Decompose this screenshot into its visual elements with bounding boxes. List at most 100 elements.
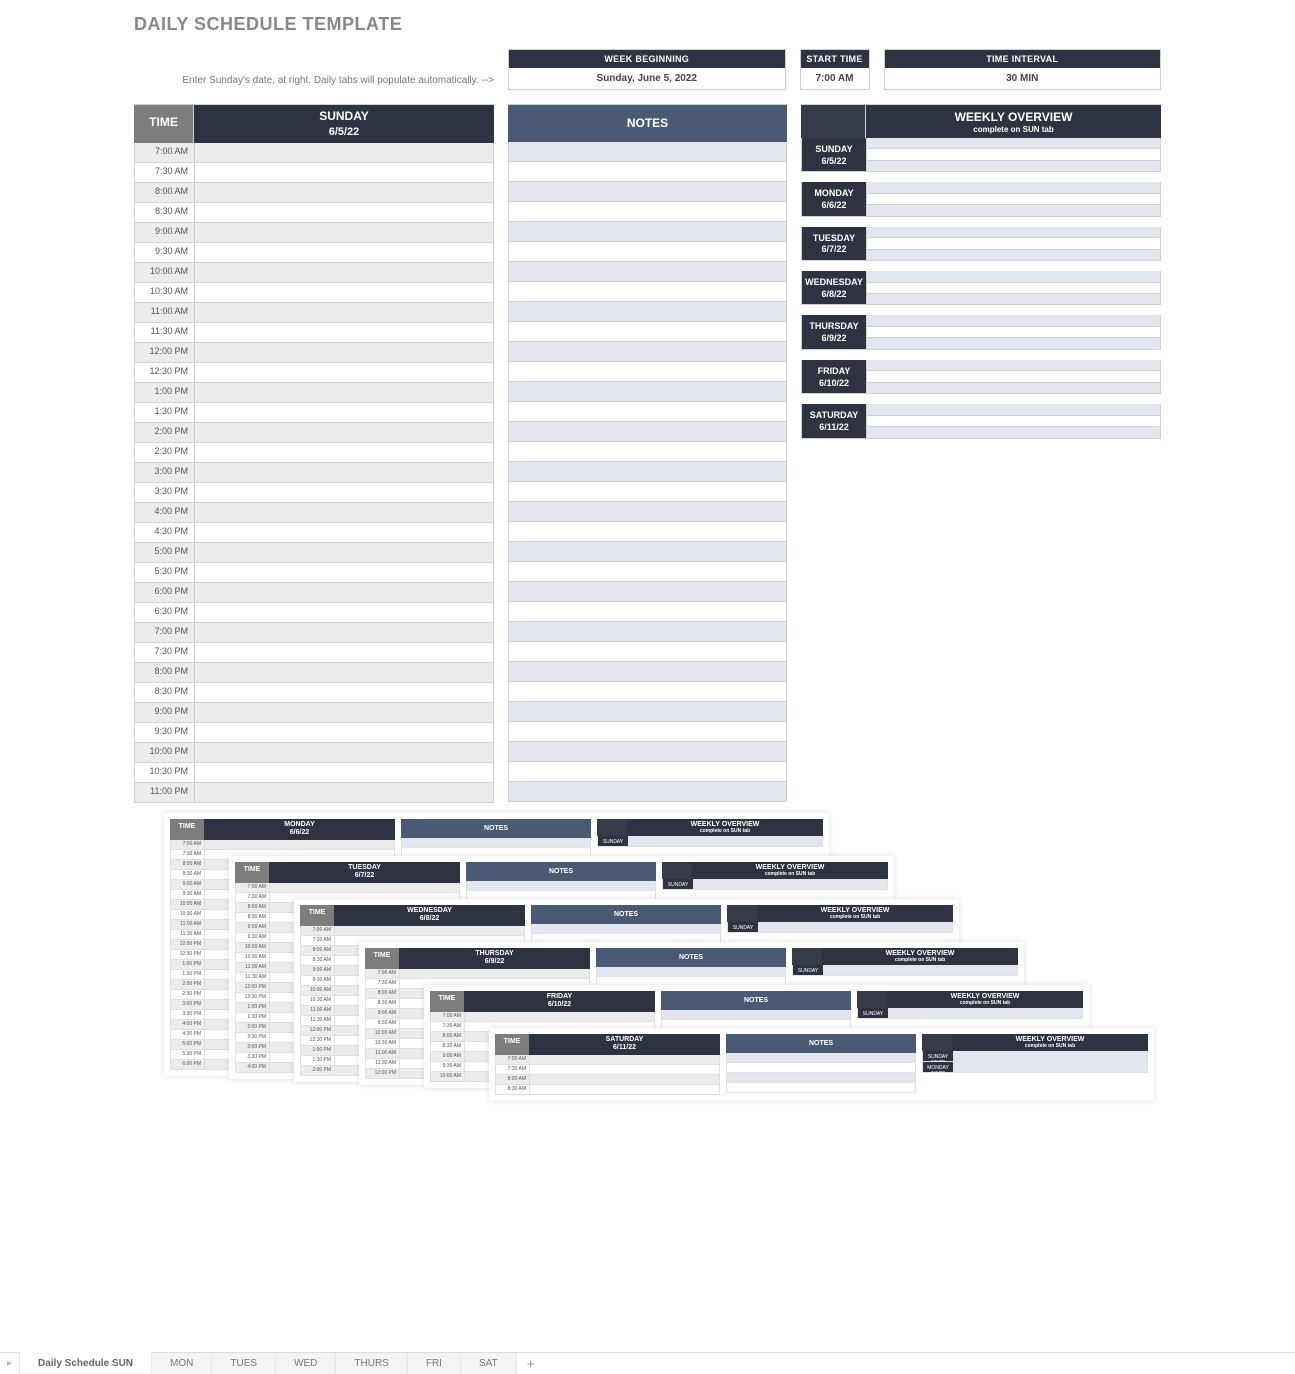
notes-cell[interactable] [508,662,787,682]
weekly-cell[interactable] [867,194,1160,205]
notes-cell[interactable] [508,202,787,222]
schedule-cell[interactable] [195,703,493,722]
weekly-cell[interactable] [867,161,1160,171]
weekly-cell[interactable] [867,327,1160,338]
schedule-cell[interactable] [195,243,493,262]
notes-cell[interactable] [508,622,787,642]
notes-cell[interactable] [508,502,787,522]
schedule-cell[interactable] [195,403,493,422]
schedule-cell[interactable] [195,783,493,802]
sheet-tab[interactable]: FRI [408,1353,461,1374]
notes-cell[interactable] [508,182,787,202]
schedule-cell[interactable] [195,303,493,322]
notes-cell[interactable] [508,682,787,702]
schedule-cell[interactable] [195,503,493,522]
sheet-tab[interactable]: SAT [461,1353,517,1374]
schedule-cell[interactable] [195,543,493,562]
notes-cell[interactable] [508,442,787,462]
weekly-cell[interactable] [867,238,1160,249]
weekly-cell[interactable] [867,416,1160,427]
schedule-cell[interactable] [195,723,493,742]
schedule-cell[interactable] [195,523,493,542]
notes-cell[interactable] [508,282,787,302]
notes-cell[interactable] [508,322,787,342]
weekly-cell[interactable] [867,294,1160,304]
start-time-value[interactable]: 7:00 AM [801,68,869,89]
notes-cell[interactable] [508,422,787,442]
sheet-tab[interactable]: Daily Schedule SUN [20,1352,152,1373]
weekly-cell[interactable] [867,427,1160,437]
schedule-cell[interactable] [195,443,493,462]
weekly-cell[interactable] [867,360,1160,371]
schedule-cell[interactable] [195,183,493,202]
notes-cell[interactable] [508,262,787,282]
week-beginning-value[interactable]: Sunday, June 5, 2022 [509,68,785,89]
notes-cell[interactable] [508,722,787,742]
sheet-tab[interactable]: THURS [336,1353,407,1374]
schedule-cell[interactable] [195,223,493,242]
weekly-cell[interactable] [867,250,1160,260]
schedule-cell[interactable] [195,203,493,222]
sheet-tab[interactable]: TUES [212,1353,276,1374]
schedule-cell[interactable] [195,603,493,622]
schedule-cell[interactable] [195,343,493,362]
notes-cell[interactable] [508,582,787,602]
notes-cell[interactable] [508,142,787,162]
schedule-cell[interactable] [195,763,493,782]
sheet-tab[interactable]: WED [276,1353,336,1374]
notes-cell[interactable] [508,482,787,502]
weekly-cell[interactable] [867,182,1160,193]
schedule-cell[interactable] [195,423,493,442]
weekly-cell[interactable] [867,138,1160,149]
schedule-cell[interactable] [195,643,493,662]
notes-cell[interactable] [508,342,787,362]
schedule-cell[interactable] [195,683,493,702]
schedule-cell[interactable] [195,663,493,682]
schedule-cell[interactable] [195,283,493,302]
weekly-cell[interactable] [867,338,1160,348]
notes-cell[interactable] [508,462,787,482]
schedule-cell[interactable] [195,463,493,482]
schedule-cell[interactable] [195,483,493,502]
notes-cell[interactable] [508,162,787,182]
schedule-cell[interactable] [195,583,493,602]
schedule-cell[interactable] [195,363,493,382]
add-sheet-button[interactable]: + [517,1356,545,1371]
weekly-cell[interactable] [867,283,1160,294]
time-cell: 3:00 PM [135,463,195,482]
notes-cell[interactable] [508,402,787,422]
notes-cell[interactable] [508,362,787,382]
schedule-cell[interactable] [195,143,493,162]
weekly-cell[interactable] [867,271,1160,282]
notes-cell[interactable] [508,382,787,402]
sheet-tab[interactable]: MON [152,1353,212,1374]
notes-cell[interactable] [508,562,787,582]
notes-cell[interactable] [508,702,787,722]
weekly-cell[interactable] [867,227,1160,238]
schedule-cell[interactable] [195,383,493,402]
notes-cell[interactable] [508,602,787,622]
weekly-cell[interactable] [867,404,1160,415]
schedule-cell[interactable] [195,563,493,582]
notes-cell[interactable] [508,302,787,322]
notes-cell[interactable] [508,522,787,542]
weekly-cell[interactable] [867,149,1160,160]
weekly-cell[interactable] [867,383,1160,393]
weekly-cell[interactable] [867,205,1160,215]
weekly-cell[interactable] [867,371,1160,382]
notes-cell[interactable] [508,222,787,242]
notes-cell[interactable] [508,782,787,802]
notes-cell[interactable] [508,762,787,782]
schedule-cell[interactable] [195,323,493,342]
weekly-cell[interactable] [867,315,1160,326]
notes-cell[interactable] [508,642,787,662]
notes-cell[interactable] [508,742,787,762]
schedule-cell[interactable] [195,743,493,762]
notes-cell[interactable] [508,242,787,262]
tab-scroll-right-icon[interactable]: ▸ [0,1353,20,1374]
schedule-cell[interactable] [195,263,493,282]
notes-cell[interactable] [508,542,787,562]
time-interval-value[interactable]: 30 MIN [885,68,1161,89]
schedule-cell[interactable] [195,163,493,182]
schedule-cell[interactable] [195,623,493,642]
